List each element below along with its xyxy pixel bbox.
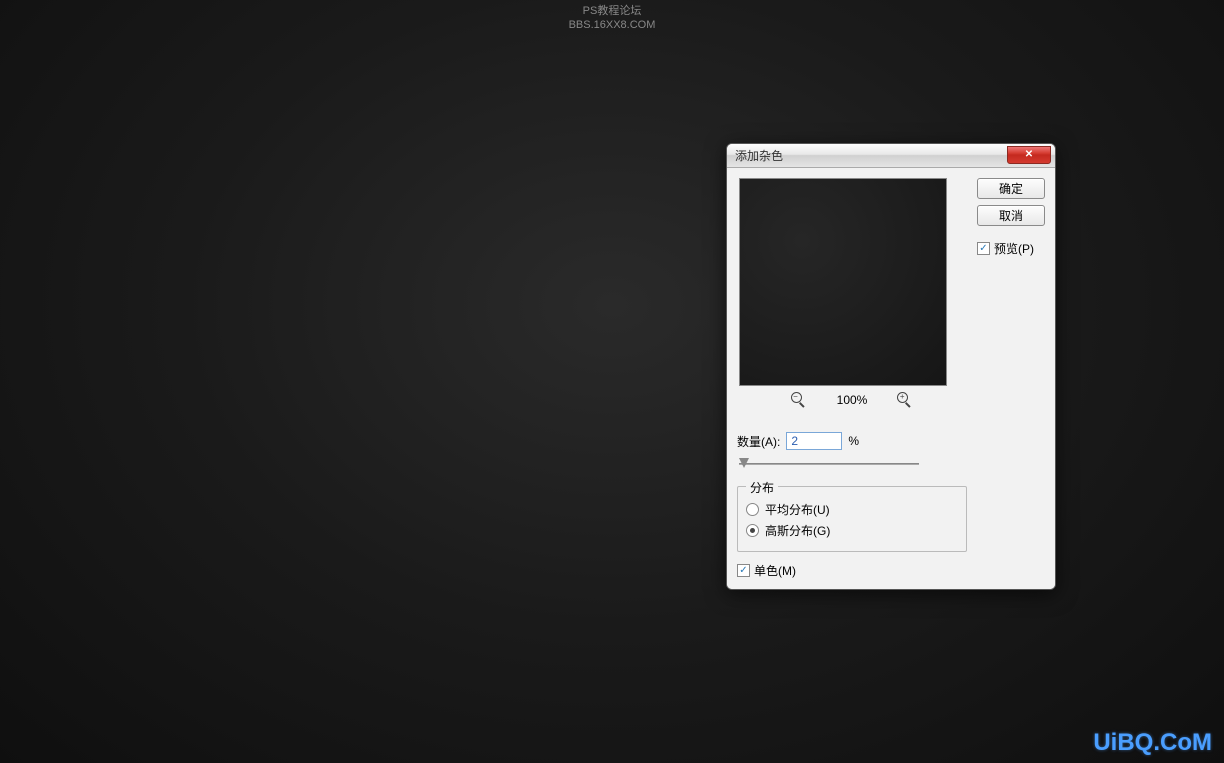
gaussian-radio[interactable] xyxy=(746,524,759,537)
plus-sign: + xyxy=(900,393,905,401)
watermark-top: PS教程论坛 BBS.16XX8.COM xyxy=(569,4,656,33)
uniform-label: 平均分布(U) xyxy=(765,501,830,518)
gaussian-label: 高斯分布(G) xyxy=(765,522,830,539)
dialog-left-column: − 100% + 数量(A): % 分布 xyxy=(737,178,967,579)
zoom-controls: − 100% + xyxy=(737,392,967,408)
monochromatic-checkbox[interactable]: ✓ xyxy=(737,564,750,577)
zoom-level: 100% xyxy=(837,393,868,407)
amount-input[interactable] xyxy=(786,432,842,450)
slider-thumb[interactable] xyxy=(739,458,749,468)
uniform-radio-row[interactable]: 平均分布(U) xyxy=(746,501,958,518)
preview-checkbox[interactable]: ✓ xyxy=(977,242,990,255)
uniform-radio[interactable] xyxy=(746,503,759,516)
dialog-titlebar[interactable]: 添加杂色 ✕ xyxy=(727,144,1055,168)
gaussian-radio-row[interactable]: 高斯分布(G) xyxy=(746,522,958,539)
watermark-line2: BBS.16XX8.COM xyxy=(569,18,656,32)
dialog-right-column: 确定 取消 ✓ 预览(P) xyxy=(977,178,1045,579)
close-button[interactable]: ✕ xyxy=(1007,146,1051,164)
ok-button[interactable]: 确定 xyxy=(977,178,1045,199)
close-icon: ✕ xyxy=(1025,149,1033,160)
preview-checkbox-row[interactable]: ✓ 预览(P) xyxy=(977,240,1045,257)
distribution-fieldset: 分布 平均分布(U) 高斯分布(G) xyxy=(737,486,967,552)
preview-label: 预览(P) xyxy=(994,240,1034,257)
zoom-out-button[interactable]: − xyxy=(791,392,807,408)
monochromatic-row[interactable]: ✓ 单色(M) xyxy=(737,562,967,579)
slider-track-line xyxy=(739,463,919,465)
dialog-title: 添加杂色 xyxy=(735,147,783,164)
monochromatic-label: 单色(M) xyxy=(754,562,796,579)
preview-thumbnail[interactable] xyxy=(739,178,947,386)
add-noise-dialog: 添加杂色 ✕ − 100% + 数量(A): % xyxy=(726,143,1056,590)
amount-slider[interactable] xyxy=(739,458,919,470)
distribution-legend: 分布 xyxy=(746,479,778,496)
zoom-in-button[interactable]: + xyxy=(897,392,913,408)
watermark-bottom: UiBQ.CoM xyxy=(1093,729,1212,757)
cancel-button[interactable]: 取消 xyxy=(977,205,1045,226)
amount-row: 数量(A): % xyxy=(737,432,967,450)
watermark-line1: PS教程论坛 xyxy=(569,4,656,18)
amount-unit: % xyxy=(848,434,859,448)
amount-label: 数量(A): xyxy=(737,433,780,450)
minus-sign: − xyxy=(793,393,798,401)
dialog-body: − 100% + 数量(A): % 分布 xyxy=(727,168,1055,589)
